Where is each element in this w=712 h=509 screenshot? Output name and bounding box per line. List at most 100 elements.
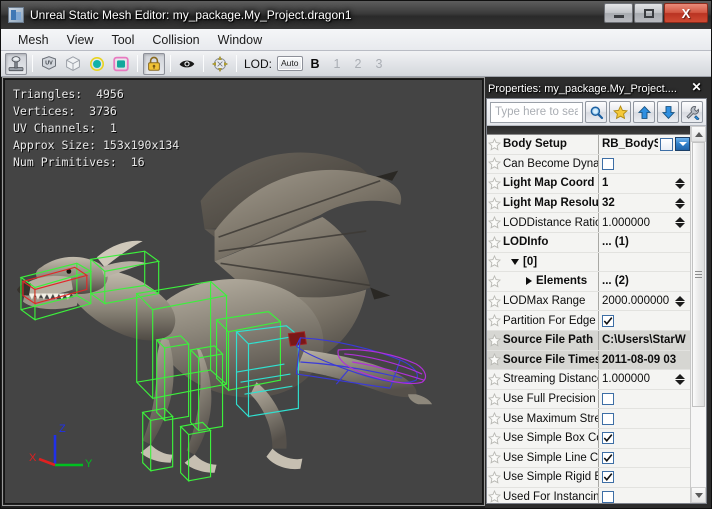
value-spinner[interactable]: [675, 293, 687, 310]
property-favorite-toggle[interactable]: [487, 311, 502, 331]
mesh-viewport[interactable]: Triangles: 4956 Vertices: 3736 UV Channe…: [4, 79, 483, 504]
lock-camera-button[interactable]: [143, 53, 165, 75]
value-spinner[interactable]: [675, 371, 687, 388]
maximize-button[interactable]: [634, 3, 663, 23]
property-row[interactable]: LODDistance Ratio1.000000: [487, 213, 690, 233]
property-favorite-toggle[interactable]: [487, 193, 502, 213]
property-checkbox[interactable]: [602, 491, 614, 503]
search-button[interactable]: [585, 101, 607, 123]
property-row[interactable]: Elements... (2): [487, 272, 690, 292]
favorite-star-icon[interactable]: [488, 197, 501, 210]
spinner-down-icon[interactable]: [675, 223, 685, 228]
property-row[interactable]: Use Simple Rigid Body Collision: [487, 468, 690, 488]
property-value[interactable]: [599, 155, 690, 174]
spinner-up-icon[interactable]: [675, 198, 685, 203]
options-button[interactable]: [681, 101, 703, 123]
property-row[interactable]: [0]: [487, 253, 690, 273]
menu-tool[interactable]: Tool: [102, 31, 143, 49]
property-value[interactable]: [599, 253, 690, 272]
property-checkbox[interactable]: [602, 432, 614, 444]
spinner-down-icon[interactable]: [675, 302, 685, 307]
menu-collision[interactable]: Collision: [143, 31, 208, 49]
favorite-star-icon[interactable]: [488, 353, 501, 366]
properties-scrollbar[interactable]: [690, 126, 706, 503]
favorite-star-icon[interactable]: [488, 157, 501, 170]
favorite-star-icon[interactable]: [488, 138, 501, 151]
property-value[interactable]: 1.000000: [599, 213, 690, 232]
menu-window[interactable]: Window: [209, 31, 271, 49]
menu-mesh[interactable]: Mesh: [9, 31, 58, 49]
spinner-up-icon[interactable]: [675, 296, 685, 301]
open-mesh-editor-button[interactable]: [5, 53, 27, 75]
property-favorite-toggle[interactable]: [487, 350, 502, 370]
favorite-star-icon[interactable]: [488, 334, 501, 347]
property-favorite-toggle[interactable]: [487, 468, 502, 488]
property-row[interactable]: LODMax Range2000.000000: [487, 292, 690, 312]
property-favorite-toggle[interactable]: [487, 330, 502, 350]
property-row[interactable]: Use Maximum Streaming Texel Ratio: [487, 409, 690, 429]
property-value[interactable]: [599, 390, 690, 409]
minimize-button[interactable]: [604, 3, 633, 23]
lod-level-1-button[interactable]: 1: [328, 57, 347, 71]
scrollbar-track[interactable]: [691, 142, 706, 487]
scrollbar-thumb[interactable]: [692, 142, 705, 407]
favorite-star-icon[interactable]: [488, 236, 501, 249]
property-favorite-toggle[interactable]: [487, 389, 502, 409]
spinner-up-icon[interactable]: [675, 217, 685, 222]
value-spinner[interactable]: [675, 175, 687, 192]
favorite-star-icon[interactable]: [488, 393, 501, 406]
property-value[interactable]: 32: [599, 194, 690, 213]
property-favorite-toggle[interactable]: [487, 252, 502, 272]
property-value[interactable]: 2011-08-09 03: [599, 351, 690, 370]
lod-base-button[interactable]: B: [305, 57, 326, 71]
property-favorite-toggle[interactable]: [487, 174, 502, 194]
show-uv-button[interactable]: UV: [38, 53, 60, 75]
property-value[interactable]: 1: [599, 174, 690, 193]
property-favorite-toggle[interactable]: [487, 272, 502, 292]
property-row[interactable]: LODInfo... (1): [487, 233, 690, 253]
property-value[interactable]: RB_BodySetup: [599, 135, 690, 154]
spinner-down-icon[interactable]: [675, 204, 685, 209]
favorite-star-icon[interactable]: [488, 373, 501, 386]
menu-view[interactable]: View: [58, 31, 103, 49]
chevron-right-icon[interactable]: [526, 277, 532, 285]
property-row[interactable]: Used For Instancing: [487, 488, 690, 503]
property-row[interactable]: Streaming Distance Multiplier1.000000: [487, 370, 690, 390]
spinner-down-icon[interactable]: [675, 184, 685, 189]
favorite-star-icon[interactable]: [488, 471, 501, 484]
property-row[interactable]: Source File PathC:\Users\StarW: [487, 331, 690, 351]
property-checkbox[interactable]: [602, 471, 614, 483]
chevron-down-icon[interactable]: [511, 259, 519, 265]
show-collision-button[interactable]: [110, 53, 132, 75]
property-value[interactable]: [599, 449, 690, 468]
favorite-star-icon[interactable]: [488, 412, 501, 425]
property-row[interactable]: Light Map Coord Index1: [487, 174, 690, 194]
object-browse-button[interactable]: [660, 138, 673, 151]
show-pivot-button[interactable]: [209, 53, 231, 75]
properties-list[interactable]: Body SetupRB_BodySetupCan Become Dynamic…: [487, 126, 690, 503]
property-favorite-toggle[interactable]: [487, 409, 502, 429]
scroll-up-button[interactable]: [691, 126, 706, 142]
move-down-button[interactable]: [657, 101, 679, 123]
property-row[interactable]: Partition For Edge Geometry: [487, 311, 690, 331]
lod-level-3-button[interactable]: 3: [369, 57, 388, 71]
property-checkbox[interactable]: [602, 315, 614, 327]
property-checkbox[interactable]: [602, 452, 614, 464]
property-value[interactable]: [599, 429, 690, 448]
property-value[interactable]: C:\Users\StarW: [599, 331, 690, 350]
properties-close-icon[interactable]: ✕: [690, 81, 703, 94]
close-button[interactable]: X: [664, 3, 708, 23]
favorite-star-icon[interactable]: [488, 432, 501, 445]
property-value[interactable]: [599, 409, 690, 428]
lod-auto-button[interactable]: Auto: [277, 56, 303, 71]
show-normals-button[interactable]: [176, 53, 198, 75]
favorite-star-icon[interactable]: [488, 314, 501, 327]
object-dropdown-button[interactable]: [675, 137, 690, 151]
search-input[interactable]: [490, 102, 583, 123]
property-row[interactable]: Source File Timestamp2011-08-09 03: [487, 351, 690, 371]
value-spinner[interactable]: [675, 195, 687, 212]
scroll-down-button[interactable]: [691, 487, 706, 503]
property-favorite-toggle[interactable]: [487, 487, 502, 503]
property-favorite-toggle[interactable]: [487, 232, 502, 252]
favorite-star-icon[interactable]: [488, 255, 501, 268]
